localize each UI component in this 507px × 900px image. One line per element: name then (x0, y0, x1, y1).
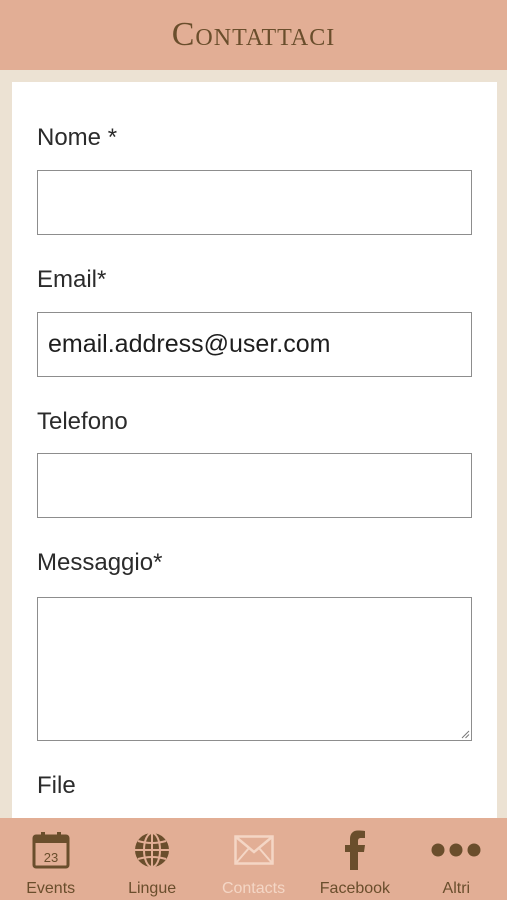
calendar-day: 23 (43, 850, 57, 865)
page-title: Contattaci (171, 16, 336, 53)
tab-events[interactable]: 23 Events (0, 818, 101, 900)
tab-facebook-label: Facebook (319, 880, 391, 897)
tab-altri[interactable]: Altri (406, 818, 507, 900)
email-label: Email* (37, 266, 107, 293)
facebook-icon (325, 826, 385, 874)
contact-form: Nome * Email* Telefono Messaggio* File (12, 82, 497, 822)
tab-facebook[interactable]: Facebook (304, 818, 405, 900)
tab-altri-label: Altri (442, 880, 471, 897)
message-field-wrapper (12, 597, 497, 741)
tab-lingue[interactable]: Lingue (101, 818, 202, 900)
name-field[interactable] (37, 170, 472, 235)
resize-grip-icon[interactable] (460, 729, 470, 739)
phone-label: Telefono (37, 408, 128, 435)
email-field[interactable] (37, 312, 472, 377)
tab-lingue-label: Lingue (128, 880, 177, 897)
message-field[interactable] (37, 597, 472, 741)
calendar-icon: 23 (21, 826, 81, 874)
phone-field[interactable] (37, 453, 472, 518)
header-bar: Contattaci (0, 0, 507, 70)
more-icon (426, 826, 486, 874)
file-label: File (37, 772, 76, 799)
envelope-icon (224, 826, 284, 874)
tab-contacts[interactable]: Contacts (203, 818, 304, 900)
globe-icon (122, 826, 182, 874)
tab-bar: 23 Events Lingue Contacts Facebook Altri (0, 818, 507, 900)
tab-contacts-label: Contacts (221, 880, 286, 897)
name-label: Nome * (37, 124, 118, 151)
message-label: Messaggio* (37, 549, 163, 576)
tab-events-label: Events (26, 880, 76, 897)
